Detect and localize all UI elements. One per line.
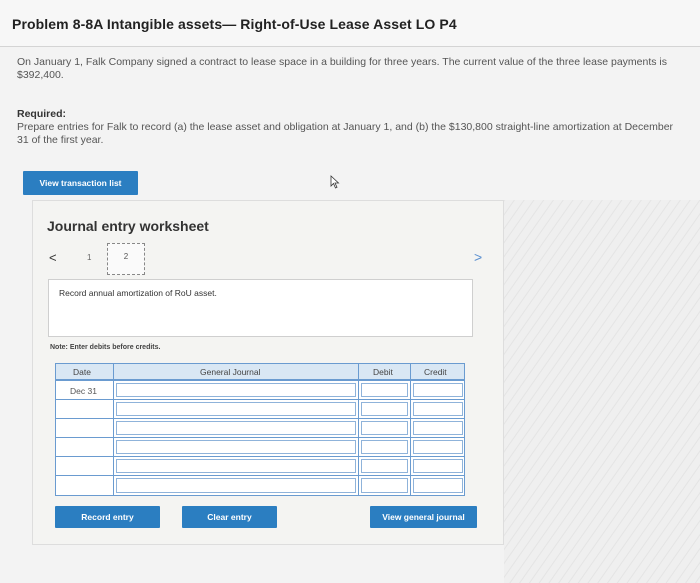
- grid-line: [410, 363, 411, 496]
- page-2-tab[interactable]: 2: [107, 243, 145, 275]
- page-1-tab[interactable]: 1: [87, 253, 91, 262]
- debit-input[interactable]: [361, 421, 408, 435]
- clear-entry-button[interactable]: Clear entry: [182, 506, 277, 528]
- view-transaction-list-button[interactable]: View transaction list: [23, 171, 138, 195]
- required-text: Prepare entries for Falk to record (a) t…: [17, 121, 674, 146]
- grid-line: [55, 380, 465, 381]
- debit-input[interactable]: [361, 402, 408, 416]
- debit-input[interactable]: [361, 459, 408, 473]
- grid-line: [55, 399, 465, 400]
- column-header-debit: Debit: [373, 367, 393, 377]
- debit-input[interactable]: [361, 383, 408, 397]
- credit-input[interactable]: [413, 421, 463, 435]
- credit-input[interactable]: [413, 440, 463, 454]
- credit-input[interactable]: [413, 478, 463, 493]
- journal-account-input[interactable]: [116, 383, 356, 397]
- grid-line: [55, 437, 465, 438]
- grid-line: [55, 456, 465, 457]
- journal-account-input[interactable]: [116, 459, 356, 473]
- column-header-general-journal: General Journal: [200, 367, 261, 377]
- debit-input[interactable]: [361, 478, 408, 493]
- column-header-credit: Credit: [424, 367, 447, 377]
- worksheet-title: Journal entry worksheet: [47, 218, 209, 234]
- mouse-cursor-icon: [330, 175, 340, 189]
- journal-account-input[interactable]: [116, 478, 356, 493]
- chevron-right-icon[interactable]: >: [474, 249, 482, 265]
- credit-input[interactable]: [413, 383, 463, 397]
- grid-line: [113, 363, 114, 496]
- column-header-date: Date: [73, 367, 91, 377]
- record-entry-button[interactable]: Record entry: [55, 506, 160, 528]
- instruction-text: Record annual amortization of RoU asset.: [59, 288, 217, 298]
- credit-input[interactable]: [413, 459, 463, 473]
- required-label: Required:: [17, 108, 67, 120]
- journal-account-input[interactable]: [116, 421, 356, 435]
- note-text: Note: Enter debits before credits.: [50, 344, 161, 351]
- view-general-journal-button[interactable]: View general journal: [370, 506, 477, 528]
- background-stripes: [504, 200, 700, 583]
- title-bar: Problem 8-8A Intangible assets— Right-of…: [0, 0, 700, 47]
- grid-line: [55, 475, 465, 476]
- grid-line: [55, 418, 465, 419]
- date-cell: Dec 31: [70, 386, 97, 396]
- chevron-left-icon[interactable]: <: [49, 250, 57, 265]
- journal-account-input[interactable]: [116, 402, 356, 416]
- problem-statement: On January 1, Falk Company signed a cont…: [17, 56, 667, 81]
- page-title: Problem 8-8A Intangible assets— Right-of…: [12, 16, 457, 32]
- debit-input[interactable]: [361, 440, 408, 454]
- credit-input[interactable]: [413, 402, 463, 416]
- journal-account-input[interactable]: [116, 440, 356, 454]
- grid-line: [358, 363, 359, 496]
